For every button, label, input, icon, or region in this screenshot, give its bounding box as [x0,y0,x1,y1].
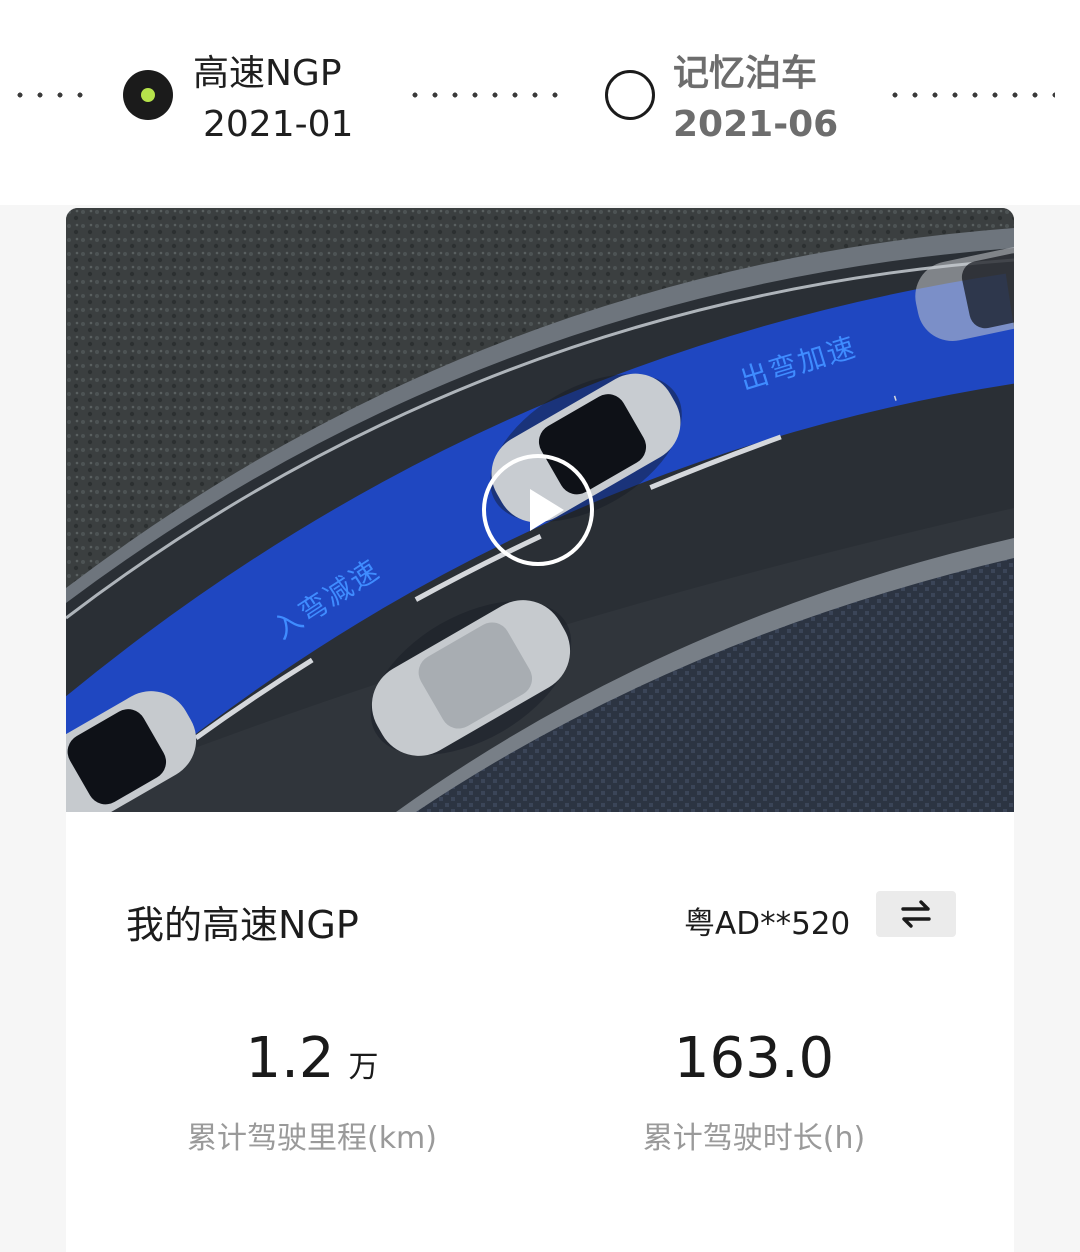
milestone-inactive-icon[interactable] [605,70,655,120]
milestone-date: 2021-01 [203,104,354,145]
play-button-icon[interactable] [482,454,594,566]
stat-unit: 万 [348,1050,379,1085]
video-player[interactable]: 出弯加速 入弯减速 [66,208,1014,812]
timeline-dots-middle [405,92,570,98]
milestone-title: 高速NGP [193,53,342,94]
timeline-dots-right [885,92,1055,98]
milestone-title: 记忆泊车 [673,53,818,94]
stat-mileage: 1.2 万 累计驾驶里程(km) [172,1026,452,1157]
milestone-date: 2021-06 [673,104,839,145]
stat-value: 163.0 [673,1026,835,1091]
license-plate: 粤AD**520 [684,906,851,942]
switch-vehicle-button[interactable] [876,891,956,937]
stat-value: 1.2 [245,1026,335,1091]
section-title: 我的高速NGP [126,903,359,947]
milestone-active-icon[interactable] [123,70,173,120]
stat-label: 累计驾驶时长(h) [642,1121,866,1156]
timeline: 高速NGP 2021-01 记忆泊车 2021-06 [0,0,1080,205]
ngp-card: 出弯加速 入弯减速 我的高速NGP 粤AD**520 1.2 万 累计驾驶里程(k… [66,208,1014,1252]
stat-duration: 163.0 累计驾驶时长(h) [614,1026,894,1157]
stat-label: 累计驾驶里程(km) [186,1121,437,1156]
swap-arrows-icon [901,900,931,928]
timeline-dots-left [10,92,90,98]
